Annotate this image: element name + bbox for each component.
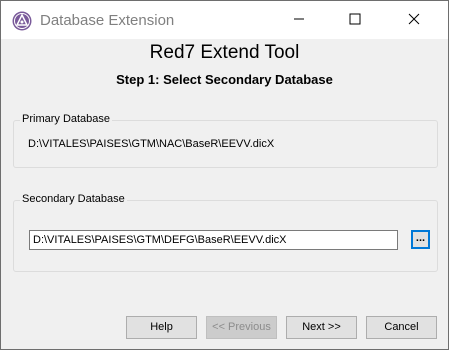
cancel-button[interactable]: Cancel — [366, 316, 437, 339]
help-button[interactable]: Help — [126, 316, 197, 339]
maximize-button[interactable] — [332, 1, 378, 39]
close-icon — [408, 13, 420, 28]
primary-database-group: Primary Database D:\VITALES\PAISES\GTM\N… — [13, 113, 438, 168]
secondary-database-path-input[interactable] — [29, 230, 398, 250]
close-button[interactable] — [391, 1, 437, 39]
dialog-content: Red7 Extend Tool Step 1: Select Secondar… — [1, 39, 448, 349]
primary-database-label: Primary Database — [20, 113, 113, 125]
page-title: Red7 Extend Tool — [149, 42, 300, 63]
purple-triangle-icon — [12, 11, 32, 31]
window-title: Database Extension — [40, 12, 175, 29]
secondary-database-group: Secondary Database ... — [13, 193, 438, 272]
title-bar[interactable]: Database Extension — [1, 1, 448, 39]
dialog-window: Database Extension Red7 Extend Tool Step… — [0, 0, 449, 350]
next-button[interactable]: Next >> — [286, 316, 357, 339]
step-title: Step 1: Select Secondary Database — [116, 72, 333, 87]
maximize-icon — [349, 13, 361, 28]
minimize-button[interactable] — [276, 1, 322, 39]
previous-button[interactable]: << Previous — [206, 316, 277, 339]
primary-database-path: D:\VITALES\PAISES\GTM\NAC\BaseR\EEVV.dic… — [28, 138, 275, 150]
secondary-database-label: Secondary Database — [20, 193, 127, 205]
minimize-icon — [293, 13, 305, 28]
browse-button[interactable]: ... — [411, 230, 430, 249]
